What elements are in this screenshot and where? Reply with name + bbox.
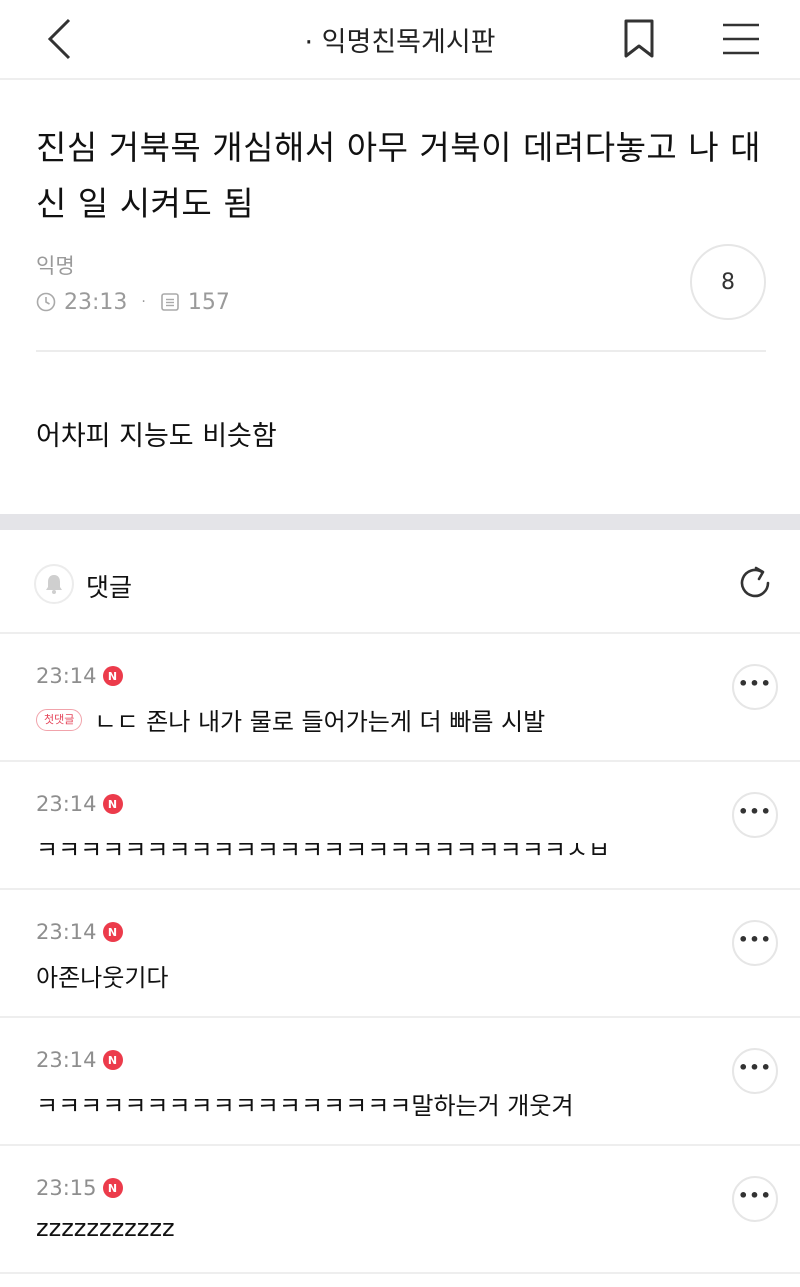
refresh-icon bbox=[740, 566, 770, 598]
comment-item: 23:14 N 아존나웃기다 ••• bbox=[0, 890, 800, 1018]
comment-text-row: zzzzzzzzzzz bbox=[36, 1214, 175, 1242]
comment-text: zzzzzzzzzzz bbox=[36, 1214, 175, 1242]
comment-item: 23:14 N ㅋㅋㅋㅋㅋㅋㅋㅋㅋㅋㅋㅋㅋㅋㅋㅋㅋㅋㅋㅋㅋㅋㅋㅋㅅㅂ ••• bbox=[0, 762, 800, 890]
post-views: 157 bbox=[187, 289, 230, 315]
comment-more-button[interactable]: ••• bbox=[732, 792, 778, 838]
new-badge: N bbox=[102, 666, 123, 686]
comment-time: 23:14 bbox=[36, 664, 97, 688]
comment-more-button[interactable]: ••• bbox=[732, 1048, 778, 1094]
comments-header: 댓글 bbox=[0, 530, 800, 634]
more-dots-icon: ••• bbox=[738, 1186, 772, 1205]
post-author: 익명 bbox=[36, 254, 75, 278]
meta-separator: · bbox=[141, 294, 146, 310]
bookmark-icon bbox=[624, 19, 654, 58]
comment-count-badge[interactable]: 8 bbox=[690, 244, 766, 320]
bookmark-button[interactable] bbox=[616, 14, 662, 64]
post-time: 23:13 bbox=[64, 289, 128, 315]
comment-time-row: 23:14 N bbox=[36, 1048, 123, 1072]
top-bar: · 익명친목게시판 bbox=[0, 0, 800, 80]
post-meta: 23:13 · 157 bbox=[36, 287, 230, 317]
comment-text: ㄴㄷ 존나 내가 물로 들어가는게 더 빠름 시발 bbox=[94, 708, 546, 736]
post-title: 진심 거북목 개심해서 아무 거북이 데려다놓고 나 대신 일 시켜도 됨 bbox=[36, 128, 761, 223]
comment-text-row: 아존나웃기다 bbox=[36, 958, 168, 993]
hamburger-menu-icon bbox=[723, 23, 759, 55]
comment-text: 아존나웃기다 bbox=[36, 964, 169, 992]
comment-text-row: 첫댓글 ㄴㄷ 존나 내가 물로 들어가는게 더 빠름 시발 bbox=[36, 702, 545, 737]
document-icon bbox=[160, 292, 180, 312]
clock-icon bbox=[36, 292, 56, 312]
comments-label: 댓글 bbox=[86, 573, 133, 602]
more-dots-icon: ••• bbox=[738, 930, 772, 949]
comment-time: 23:15 bbox=[36, 1176, 97, 1200]
comment-more-button[interactable]: ••• bbox=[732, 1176, 778, 1222]
bell-icon bbox=[46, 575, 62, 594]
comment-time-row: 23:14 N bbox=[36, 792, 123, 816]
refresh-button[interactable] bbox=[732, 560, 778, 606]
comment-text: ㅋㅋㅋㅋㅋㅋㅋㅋㅋㅋㅋㅋㅋㅋㅋㅋㅋㅋㅋㅋㅋㅋㅋㅋㅅㅂ bbox=[36, 836, 611, 864]
comment-time: 23:14 bbox=[36, 920, 97, 944]
comment-text: ㅋㅋㅋㅋㅋㅋㅋㅋㅋㅋㅋㅋㅋㅋㅋㅋㅋ말하는거 개웃겨 bbox=[36, 1092, 574, 1120]
comment-more-button[interactable]: ••• bbox=[732, 920, 778, 966]
more-dots-icon: ••• bbox=[738, 674, 772, 693]
comment-item: 23:15 N zzzzzzzzzzz ••• bbox=[0, 1146, 800, 1274]
comment-item: 23:14 N ㅋㅋㅋㅋㅋㅋㅋㅋㅋㅋㅋㅋㅋㅋㅋㅋㅋ말하는거 개웃겨 ••• bbox=[0, 1018, 800, 1146]
more-dots-icon: ••• bbox=[738, 1058, 772, 1077]
comment-notification-button[interactable] bbox=[34, 564, 74, 604]
comment-time-row: 23:15 N bbox=[36, 1176, 123, 1200]
post-divider bbox=[36, 350, 766, 352]
new-badge: N bbox=[102, 1178, 123, 1198]
comment-time: 23:14 bbox=[36, 792, 97, 816]
menu-button[interactable] bbox=[716, 14, 766, 64]
new-badge: N bbox=[102, 922, 123, 942]
board-title: · 익명친목게시판 bbox=[304, 27, 496, 58]
comment-time-row: 23:14 N bbox=[36, 664, 123, 688]
comment-item: 23:14 N 첫댓글 ㄴㄷ 존나 내가 물로 들어가는게 더 빠름 시발 ••… bbox=[0, 634, 800, 762]
comment-more-button[interactable]: ••• bbox=[732, 664, 778, 710]
new-badge: N bbox=[102, 794, 123, 814]
more-dots-icon: ••• bbox=[738, 802, 772, 821]
comment-text-row: ㅋㅋㅋㅋㅋㅋㅋㅋㅋㅋㅋㅋㅋㅋㅋㅋㅋㅋㅋㅋㅋㅋㅋㅋㅅㅂ bbox=[36, 830, 610, 865]
comment-text-row: ㅋㅋㅋㅋㅋㅋㅋㅋㅋㅋㅋㅋㅋㅋㅋㅋㅋ말하는거 개웃겨 bbox=[36, 1086, 574, 1121]
post-body: 어차피 지능도 비슷함 bbox=[36, 421, 277, 452]
new-badge: N bbox=[102, 1050, 123, 1070]
section-separator bbox=[0, 514, 800, 530]
comment-time-row: 23:14 N bbox=[36, 920, 123, 944]
comment-time: 23:14 bbox=[36, 1048, 97, 1072]
first-comment-tag: 첫댓글 bbox=[36, 708, 83, 731]
